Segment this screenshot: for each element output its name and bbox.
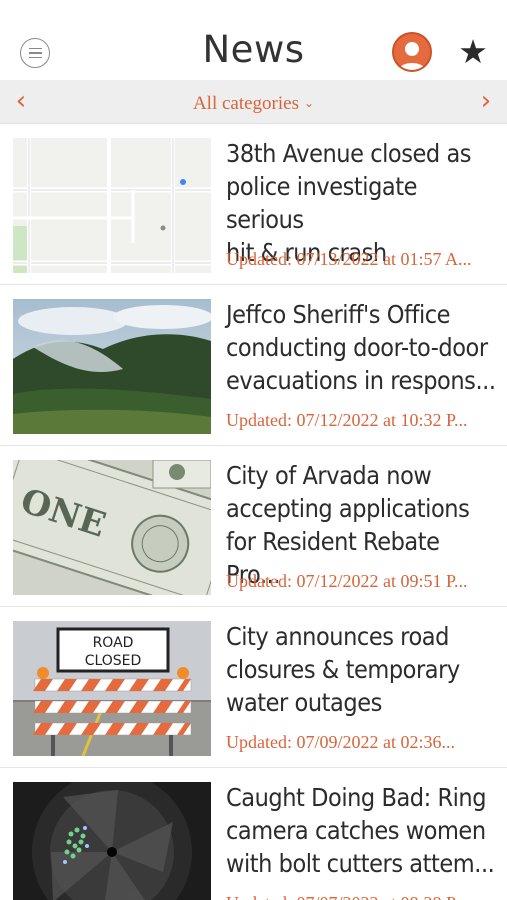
road-sign-line-2: CLOSED [85,653,142,669]
news-headline: City announces road closures & temporary… [226,622,460,717]
category-bar: ‹ All categories ⌄ › [0,80,507,124]
wildfire-smoke-thumbnail [13,299,211,434]
news-headline: Jeffco Sheriff's Office conducting door-… [226,300,496,395]
news-list-item[interactable]: 38th Avenue closed as police investigate… [0,124,507,285]
news-list-item[interactable]: Jeffco Sheriff's Office conducting door-… [0,285,507,446]
previous-category-chevron-icon[interactable]: ‹ [6,86,36,118]
security-camera-thumbnail [13,782,211,900]
road-sign-line-1: ROAD [93,635,134,651]
profile-icon[interactable] [392,32,432,72]
news-list-item[interactable]: ONE City of Arvada now accepting applica… [0,446,507,607]
dollar-bills-thumbnail: ONE [13,460,211,595]
favorites-star-icon[interactable]: ★ [455,32,491,72]
street-map-thumbnail [13,138,211,273]
next-category-chevron-icon[interactable]: › [471,86,501,118]
news-updated-timestamp: Updated: 07/09/2022 at 02:36... [226,732,455,752]
category-dropdown[interactable]: All categories ⌄ [160,90,347,116]
news-updated-timestamp: Updated: 07/07/2022 at 08:28 P... [226,892,496,900]
news-list-item[interactable]: ROAD CLOSED City announces road closures… [0,607,507,768]
category-dropdown-label: All categories [192,93,299,114]
top-bar: News ★ [0,0,507,80]
news-updated-timestamp: Updated: 07/13/2022 at 01:57 A... [226,249,472,269]
news-updated-timestamp: Updated: 07/12/2022 at 10:32 P... [226,410,468,430]
news-headline: Caught Doing Bad: Ring camera catches wo… [226,783,495,878]
chevron-down-icon: ⌄ [303,96,315,110]
news-list-item[interactable]: Caught Doing Bad: Ring camera catches wo… [0,768,507,900]
news-list: 38th Avenue closed as police investigate… [0,124,507,900]
news-updated-timestamp: Updated: 07/12/2022 at 09:51 P... [226,571,468,591]
road-closed-thumbnail: ROAD CLOSED [13,621,211,756]
